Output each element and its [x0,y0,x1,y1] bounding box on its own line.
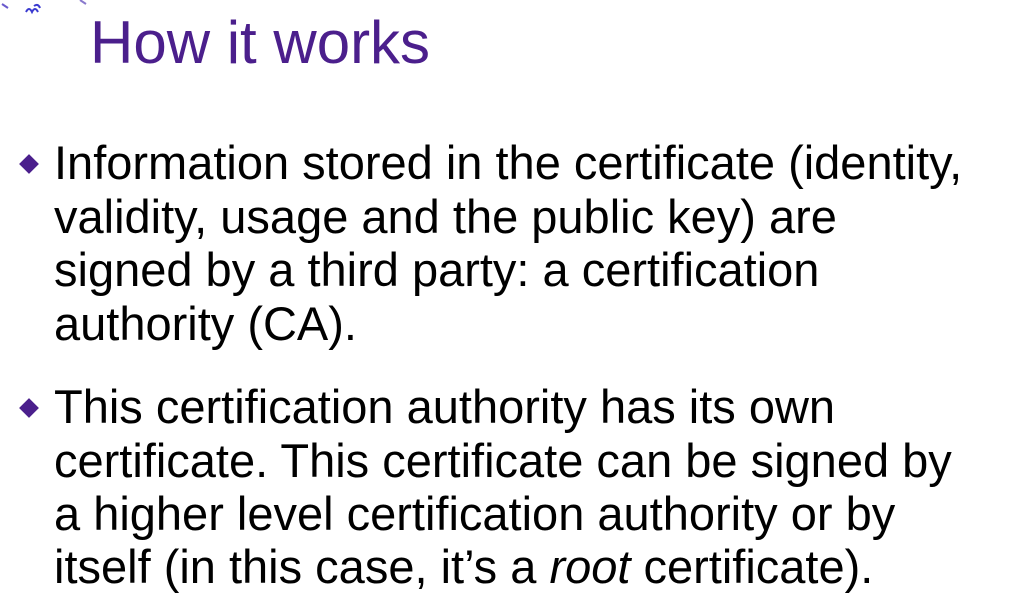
diamond-bullet-icon [19,398,39,418]
bullet-line: a higher level certification authority o… [54,487,896,540]
slide-title: How it works [90,9,431,76]
bullet-line: validity, usage and the public key) are [54,190,837,243]
text: certificate). [630,540,874,593]
diamond-bullet-icon [19,154,39,174]
bullet-line: certificate. This certificate can be sig… [54,434,952,487]
bullet-line: authority (CA). [54,297,357,350]
emphasis-text: root [549,540,631,593]
bullet-line: itself (in this case, it’s a root certif… [54,540,873,594]
bullet-line: Information stored in the certificate (i… [54,136,963,189]
bullet-line: signed by a third party: a certification [54,243,820,296]
decorative-scribble [1,0,87,15]
text: itself (in this case, it’s a [54,540,550,593]
bullet-line: This certification authority has its own [54,380,836,433]
